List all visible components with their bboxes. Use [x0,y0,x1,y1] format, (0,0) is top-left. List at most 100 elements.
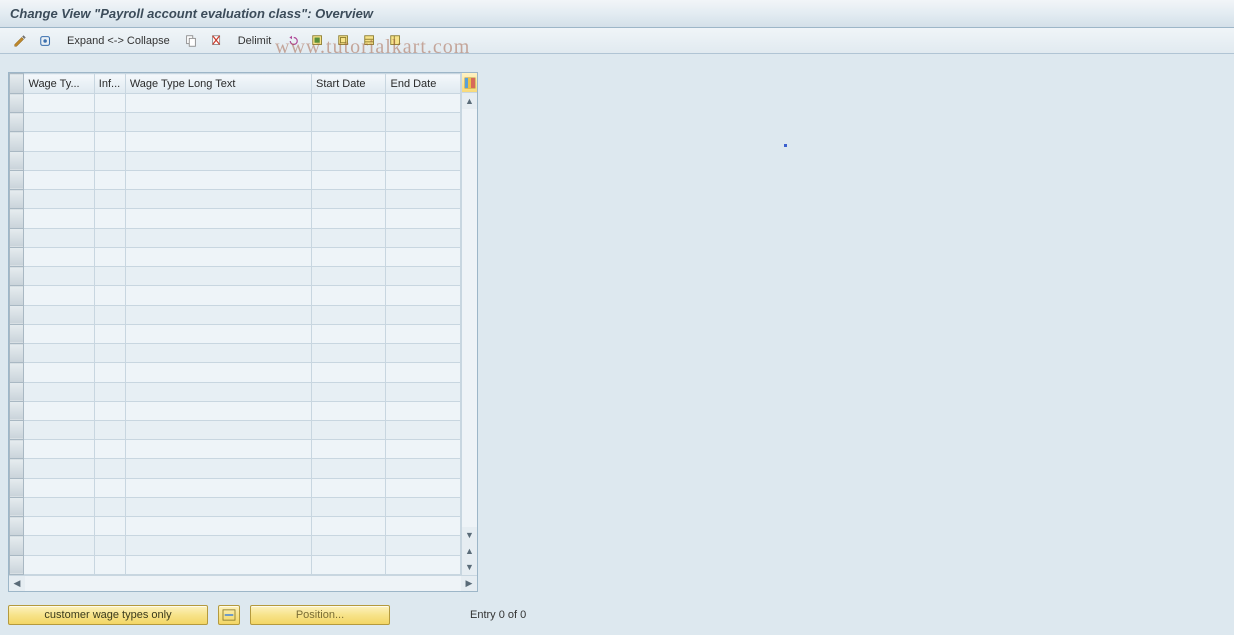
cell[interactable] [94,517,125,536]
cell[interactable] [386,536,461,555]
cell[interactable] [24,190,94,209]
configure-columns-icon[interactable] [462,73,477,93]
table-row[interactable] [10,536,461,555]
table-row[interactable] [10,324,461,343]
row-selector[interactable] [10,517,24,536]
cell[interactable] [24,344,94,363]
cell[interactable] [312,536,386,555]
table-row[interactable] [10,113,461,132]
table-row[interactable] [10,132,461,151]
cell[interactable] [94,497,125,516]
row-selector[interactable] [10,497,24,516]
cell[interactable] [94,459,125,478]
cell[interactable] [94,363,125,382]
row-selector[interactable] [10,440,24,459]
cell[interactable] [386,94,461,113]
cell[interactable] [312,190,386,209]
cell[interactable] [312,555,386,574]
filter-customer-wage-types-button[interactable]: customer wage types only [8,605,208,625]
scroll-up-icon[interactable]: ▲ [462,93,477,109]
scroll-up-2-icon[interactable]: ▲ [462,543,477,559]
position-button[interactable]: Position... [250,605,390,625]
cell[interactable] [125,363,311,382]
row-selector[interactable] [10,478,24,497]
cell[interactable] [94,170,125,189]
cell[interactable] [24,536,94,555]
row-selector[interactable] [10,286,24,305]
row-selector[interactable] [10,555,24,574]
scroll-right-icon[interactable]: ▶ [461,576,477,591]
expand-collapse-button[interactable]: Expand <-> Collapse [60,31,177,51]
row-selector[interactable] [10,190,24,209]
copy-icon[interactable] [179,31,203,51]
cell[interactable] [125,555,311,574]
cell[interactable] [312,440,386,459]
cell[interactable] [24,113,94,132]
scroll-down-icon[interactable]: ▼ [462,527,477,543]
table-row[interactable] [10,209,461,228]
cell[interactable] [312,151,386,170]
cell[interactable] [24,420,94,439]
cell[interactable] [24,382,94,401]
cell[interactable] [386,459,461,478]
cell[interactable] [312,363,386,382]
cell[interactable] [312,94,386,113]
cell[interactable] [312,497,386,516]
cell[interactable] [386,209,461,228]
cell[interactable] [94,132,125,151]
cell[interactable] [94,401,125,420]
cell[interactable] [125,478,311,497]
cell[interactable] [94,440,125,459]
cell[interactable] [125,209,311,228]
cell[interactable] [94,228,125,247]
row-selector[interactable] [10,536,24,555]
table-row[interactable] [10,401,461,420]
cell[interactable] [24,324,94,343]
row-selector[interactable] [10,267,24,286]
cell[interactable] [94,536,125,555]
table-row[interactable] [10,420,461,439]
cell[interactable] [24,209,94,228]
cell[interactable] [125,132,311,151]
cell[interactable] [312,420,386,439]
data-grid[interactable]: Wage Ty... Inf... Wage Type Long Text St… [9,73,461,575]
cell[interactable] [386,420,461,439]
scroll-track-vertical[interactable] [462,109,477,527]
cell[interactable] [24,170,94,189]
cell[interactable] [24,401,94,420]
table-row[interactable] [10,363,461,382]
row-selector[interactable] [10,382,24,401]
table-row[interactable] [10,497,461,516]
toggle-mode-icon[interactable] [8,31,32,51]
cell[interactable] [94,286,125,305]
cell[interactable] [24,94,94,113]
cell[interactable] [94,478,125,497]
row-selector[interactable] [10,305,24,324]
row-selector[interactable] [10,151,24,170]
cell[interactable] [386,382,461,401]
cell[interactable] [125,344,311,363]
cell[interactable] [386,113,461,132]
cell[interactable] [312,132,386,151]
column-header-inf[interactable]: Inf... [94,74,125,94]
cell[interactable] [94,382,125,401]
scroll-left-icon[interactable]: ◀ [9,576,25,591]
row-selector[interactable] [10,132,24,151]
table-row[interactable] [10,190,461,209]
cell[interactable] [125,324,311,343]
table-row[interactable] [10,228,461,247]
cell[interactable] [125,382,311,401]
cell[interactable] [312,344,386,363]
cell[interactable] [24,132,94,151]
cell[interactable] [386,170,461,189]
row-selector[interactable] [10,420,24,439]
cell[interactable] [312,305,386,324]
column-header-wage-type[interactable]: Wage Ty... [24,74,94,94]
cell[interactable] [386,267,461,286]
cell[interactable] [386,151,461,170]
row-selector[interactable] [10,344,24,363]
deselect-all-icon[interactable] [332,31,356,51]
cell[interactable] [125,420,311,439]
cell[interactable] [24,517,94,536]
cell[interactable] [94,420,125,439]
